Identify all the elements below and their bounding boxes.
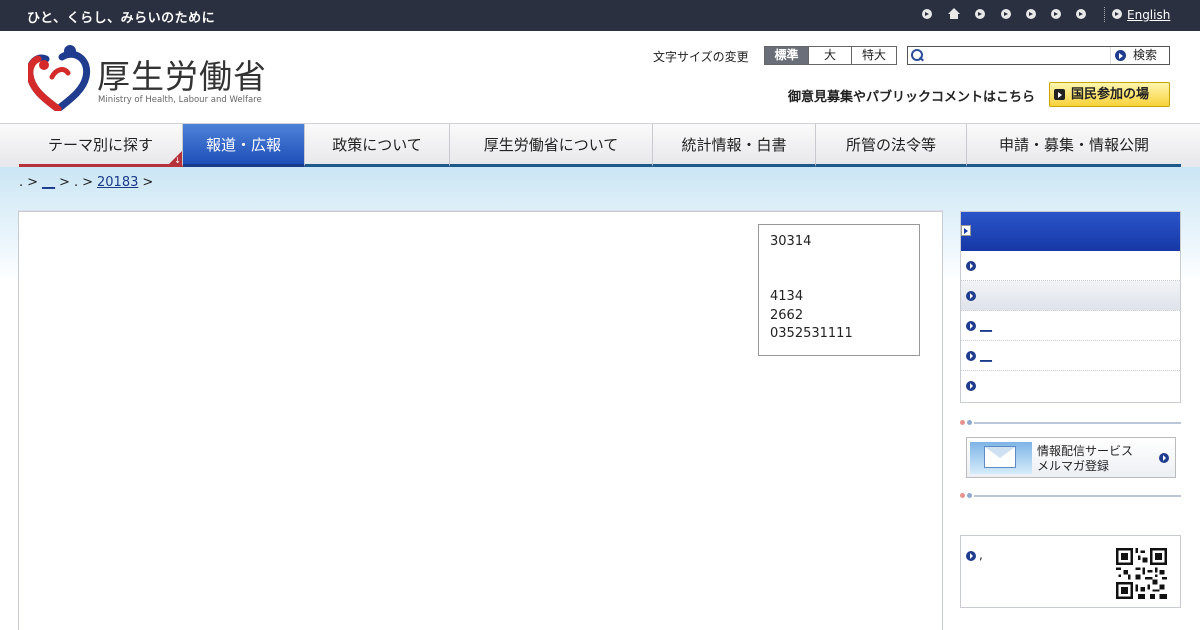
logo-title[interactable]: 厚生労働省 — [97, 50, 267, 98]
arrow-right-icon — [1054, 89, 1065, 100]
mail-magazine-text: 情報配信サービス メルマガ登録 — [1037, 444, 1133, 474]
link-arrow-icon[interactable] — [1076, 9, 1086, 19]
sidebar-item[interactable]: __ — [961, 311, 1180, 341]
contact-line: 2662 — [770, 308, 804, 323]
tab-label: テーマ別に探す — [47, 136, 153, 154]
sidebar-item[interactable]: __ — [961, 341, 1180, 371]
arrow-right-icon — [966, 351, 976, 361]
sidebar-item-label: __ — [980, 318, 992, 332]
contact-phone: 0352531111 — [770, 326, 853, 341]
contact-line: 4134 — [770, 289, 804, 304]
english-link[interactable]: English — [1127, 8, 1170, 22]
link-arrow-icon[interactable] — [1001, 9, 1011, 19]
tab-press[interactable]: 報道・広報 — [183, 124, 305, 167]
chevron-down-icon: ↓ — [174, 156, 181, 165]
search-input[interactable] — [926, 47, 1106, 64]
tab-applications[interactable]: 申請・募集・情報公開 — [967, 124, 1181, 167]
topbar-divider — [1104, 7, 1105, 22]
top-bar: ひと、くらし、みらいのために English — [0, 0, 1200, 31]
breadcrumb-item[interactable]: 20183 — [97, 175, 138, 190]
participate-button[interactable]: 国民参加の場 — [1049, 82, 1170, 107]
arrow-right-icon — [966, 321, 976, 331]
link-arrow-icon[interactable] — [922, 9, 932, 19]
public-comment-link[interactable]: 御意見募集やパブリックコメントはこちら — [788, 86, 1035, 105]
arrow-right-icon — [966, 261, 976, 271]
search-box: 検索 — [907, 46, 1170, 65]
search-button-label: 検索 — [1133, 48, 1158, 62]
breadcrumb-item[interactable]: . — [74, 175, 78, 190]
sidebar-item[interactable] — [961, 281, 1180, 311]
qr-box: , — [960, 535, 1181, 608]
participate-button-label: 国民参加の場 — [1071, 87, 1150, 102]
font-size-xlarge-button[interactable]: 特大 — [851, 46, 897, 65]
tab-label: 報道・広報 — [205, 136, 281, 154]
arrow-right-icon — [1115, 50, 1126, 61]
qr-code-icon — [1116, 548, 1167, 599]
sidebar-item[interactable] — [961, 371, 1180, 401]
breadcrumb-item[interactable]: __ — [42, 175, 55, 190]
font-size-standard-button[interactable]: 標準 — [764, 46, 809, 65]
breadcrumb-item[interactable]: . — [19, 175, 23, 190]
home-icon[interactable] — [948, 8, 960, 20]
sidebar-divider — [960, 420, 1181, 426]
logo-icon[interactable] — [28, 43, 92, 111]
mail-magazine-line1: 情報配信サービス — [1037, 444, 1134, 458]
sidebar-header[interactable] — [961, 212, 1180, 251]
mail-magazine-banner[interactable]: 情報配信サービス メルマガ登録 — [966, 437, 1176, 478]
font-size-label: 文字サイズの変更 — [653, 50, 749, 64]
font-size-large-button[interactable]: 大 — [808, 46, 852, 65]
tab-statistics[interactable]: 統計情報・白書 — [653, 124, 816, 167]
link-arrow-icon[interactable] — [1051, 9, 1061, 19]
tab-label: 所管の法令等 — [845, 136, 936, 154]
tab-theme-search[interactable]: テーマ別に探す ↓ — [19, 124, 183, 167]
link-arrow-icon[interactable] — [975, 9, 985, 19]
link-arrow-icon[interactable] — [1026, 9, 1036, 19]
link-arrow-icon — [1112, 9, 1122, 19]
arrow-right-icon — [966, 551, 976, 561]
mail-icon — [970, 442, 1032, 474]
tab-about-ministry[interactable]: 厚生労働省について — [450, 124, 653, 167]
contact-line: 30314 — [770, 234, 812, 249]
sidebar-menu: __ __ — [960, 211, 1181, 403]
arrow-right-icon — [966, 291, 976, 301]
tab-label: 厚生労働省について — [483, 136, 619, 154]
tab-label: 政策について — [332, 136, 422, 154]
breadcrumb: . > __ >. >20183 > — [19, 175, 154, 190]
tab-label: 統計情報・白書 — [681, 136, 787, 154]
tab-policy[interactable]: 政策について — [305, 124, 450, 167]
sidebar-divider — [960, 493, 1181, 499]
mail-magazine-line2: メルマガ登録 — [1037, 459, 1110, 473]
arrow-right-icon — [1159, 453, 1169, 463]
search-icon — [911, 49, 923, 61]
tab-label: 申請・募集・情報公開 — [998, 136, 1149, 154]
arrow-right-icon — [961, 225, 971, 236]
sidebar-item-label: __ — [980, 348, 992, 362]
logo-subtitle: Ministry of Health, Labour and Welfare — [98, 95, 262, 105]
tagline: ひと、くらし、みらいのために — [27, 11, 216, 26]
contact-box: 30314 4134 2662 0352531111 — [758, 224, 920, 356]
qr-text[interactable]: , — [979, 548, 983, 562]
tab-laws[interactable]: 所管の法令等 — [816, 124, 967, 167]
search-button[interactable]: 検索 — [1110, 47, 1169, 64]
sidebar-item[interactable] — [961, 251, 1180, 281]
arrow-right-icon — [966, 381, 976, 391]
